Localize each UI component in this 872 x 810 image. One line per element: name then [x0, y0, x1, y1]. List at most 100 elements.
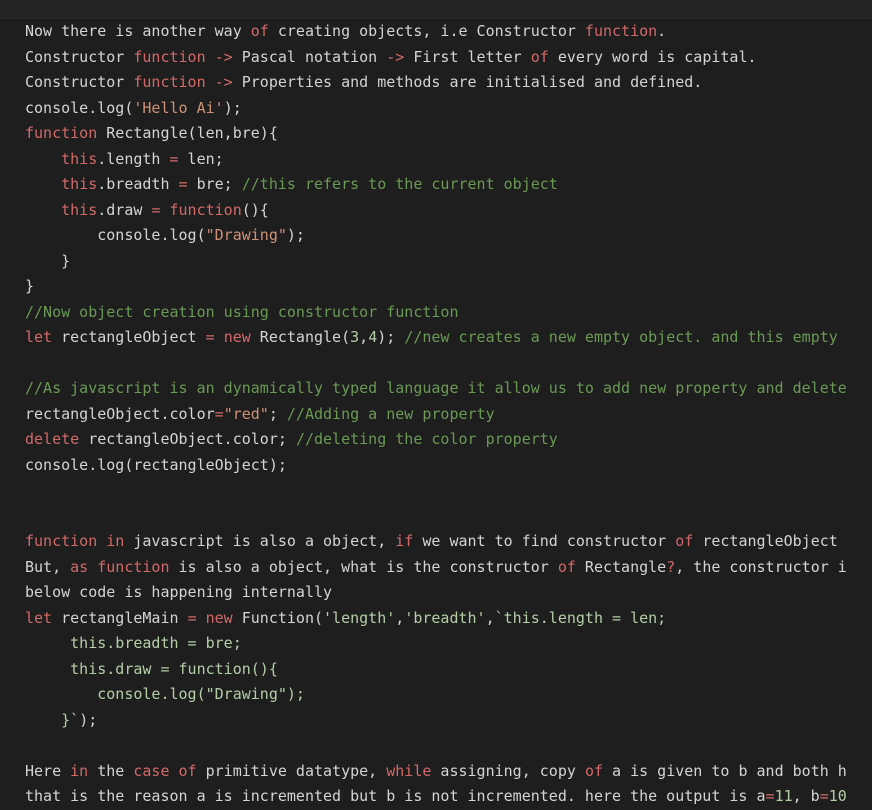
code-token: 3	[350, 328, 360, 346]
code-token: this.draw = function(){	[25, 659, 278, 678]
code-line: console.log('Hello Ai');	[25, 96, 872, 122]
code-token: we want to find constructor	[413, 532, 676, 550]
code-line: But, as function is also a object, what …	[25, 555, 872, 581]
code-line: //Now object creation using constructor …	[25, 300, 872, 326]
code-line: below code is happening internally	[25, 580, 872, 606]
code-line: console.log("Drawing");	[25, 223, 872, 249]
code-token: function	[25, 532, 98, 550]
code-line: Here in the case of primitive datatype, …	[25, 759, 872, 785]
code-token: =	[205, 328, 215, 346]
code-token: ;	[268, 404, 287, 423]
code-token: 'length'	[323, 608, 396, 627]
code-token: this.breadth = bre;	[25, 634, 242, 652]
code-token: console.log(	[25, 98, 134, 117]
code-token: Function(	[232, 608, 324, 627]
code-token: of	[178, 761, 197, 780]
code-line: function in javascript is also a object,…	[25, 529, 872, 555]
code-token: of	[250, 22, 269, 40]
code-token: len;	[178, 149, 224, 168]
code-token: "red"	[223, 404, 269, 423]
code-token: of	[557, 557, 576, 576]
code-token: rectangleObject	[52, 328, 206, 346]
code-line: function Rectangle(len,bre){	[25, 121, 872, 147]
code-token: ,	[395, 608, 405, 627]
code-token: new	[223, 328, 251, 346]
code-editor[interactable]: Now there is another way of creating obj…	[0, 19, 872, 810]
code-token: function	[25, 124, 98, 142]
code-token: //new creates a new empty object. and th…	[404, 328, 838, 346]
code-token: is also a object, what is the constructo…	[169, 557, 558, 576]
code-token: every word is capital.	[548, 47, 757, 66]
code-line: Now there is another way of creating obj…	[25, 19, 872, 45]
code-line: let rectangleObject = new Rectangle(3,4)…	[25, 325, 872, 351]
code-token: (){	[241, 200, 269, 219]
code-token: primitive datatype,	[196, 761, 387, 780]
code-token: function	[97, 557, 170, 576]
code-token: in	[106, 532, 125, 550]
code-token: =	[765, 787, 775, 805]
code-token: =	[187, 608, 197, 627]
code-token: //Adding a new property	[286, 404, 495, 423]
code-token: 11	[774, 787, 793, 805]
code-line: that is the reason a is incremented but …	[25, 784, 872, 810]
code-token: bre;	[187, 175, 242, 193]
code-token: new	[205, 608, 233, 627]
code-token: rectangleMain	[52, 608, 188, 627]
code-token: of	[584, 761, 603, 780]
code-token: Properties and methods are initialised a…	[232, 73, 703, 91]
code-line: //As javascript is an dynamically typed …	[25, 376, 872, 402]
code-token: 'breadth'	[404, 608, 486, 627]
code-token: "Drawing"	[205, 226, 287, 244]
code-token: );	[223, 98, 242, 117]
code-token: console.log("Drawing");	[25, 685, 305, 703]
code-token: But,	[25, 557, 71, 576]
code-token: 4	[368, 328, 378, 346]
code-token: console.log(rectangleObject);	[25, 455, 287, 474]
code-token: this	[61, 149, 98, 168]
code-token: of	[675, 532, 694, 550]
code-token: Rectangle	[575, 557, 667, 576]
code-token: ->	[214, 47, 233, 66]
code-token: Constructor	[25, 47, 134, 66]
code-token: let	[25, 608, 53, 627]
code-token: =	[178, 175, 188, 193]
code-token: }`	[25, 710, 80, 729]
code-token: .length	[97, 149, 170, 168]
top-bar	[0, 0, 872, 19]
code-token: Constructor	[25, 73, 134, 91]
code-token: First letter	[404, 47, 531, 66]
code-token: }	[25, 251, 71, 270]
code-token: );	[286, 226, 305, 244]
code-token: function	[133, 47, 206, 66]
code-line: }	[25, 249, 872, 275]
code-token: //deleting the color property	[295, 430, 558, 448]
code-token: //As javascript is an dynamically typed …	[25, 379, 847, 397]
code-token: the	[88, 761, 134, 780]
code-token: =	[169, 149, 179, 168]
code-token: rectangleObject.color;	[79, 430, 296, 448]
code-token: that is the reason a is incremented but …	[25, 787, 766, 805]
code-token: ,	[485, 608, 495, 627]
code-token: ->	[214, 73, 233, 91]
code-token: //this refers to the current object	[241, 175, 558, 193]
code-token: function	[133, 73, 206, 91]
code-token: `this.length = len;	[494, 608, 667, 627]
code-token: }	[25, 277, 35, 295]
code-token: ?	[666, 557, 676, 576]
code-token: .breadth	[97, 175, 179, 193]
code-token: let	[25, 328, 53, 346]
code-token: ,	[359, 328, 369, 346]
code-token: as	[70, 557, 89, 576]
code-token: below code is happening internally	[25, 583, 333, 601]
code-token: console.log(	[25, 226, 206, 244]
